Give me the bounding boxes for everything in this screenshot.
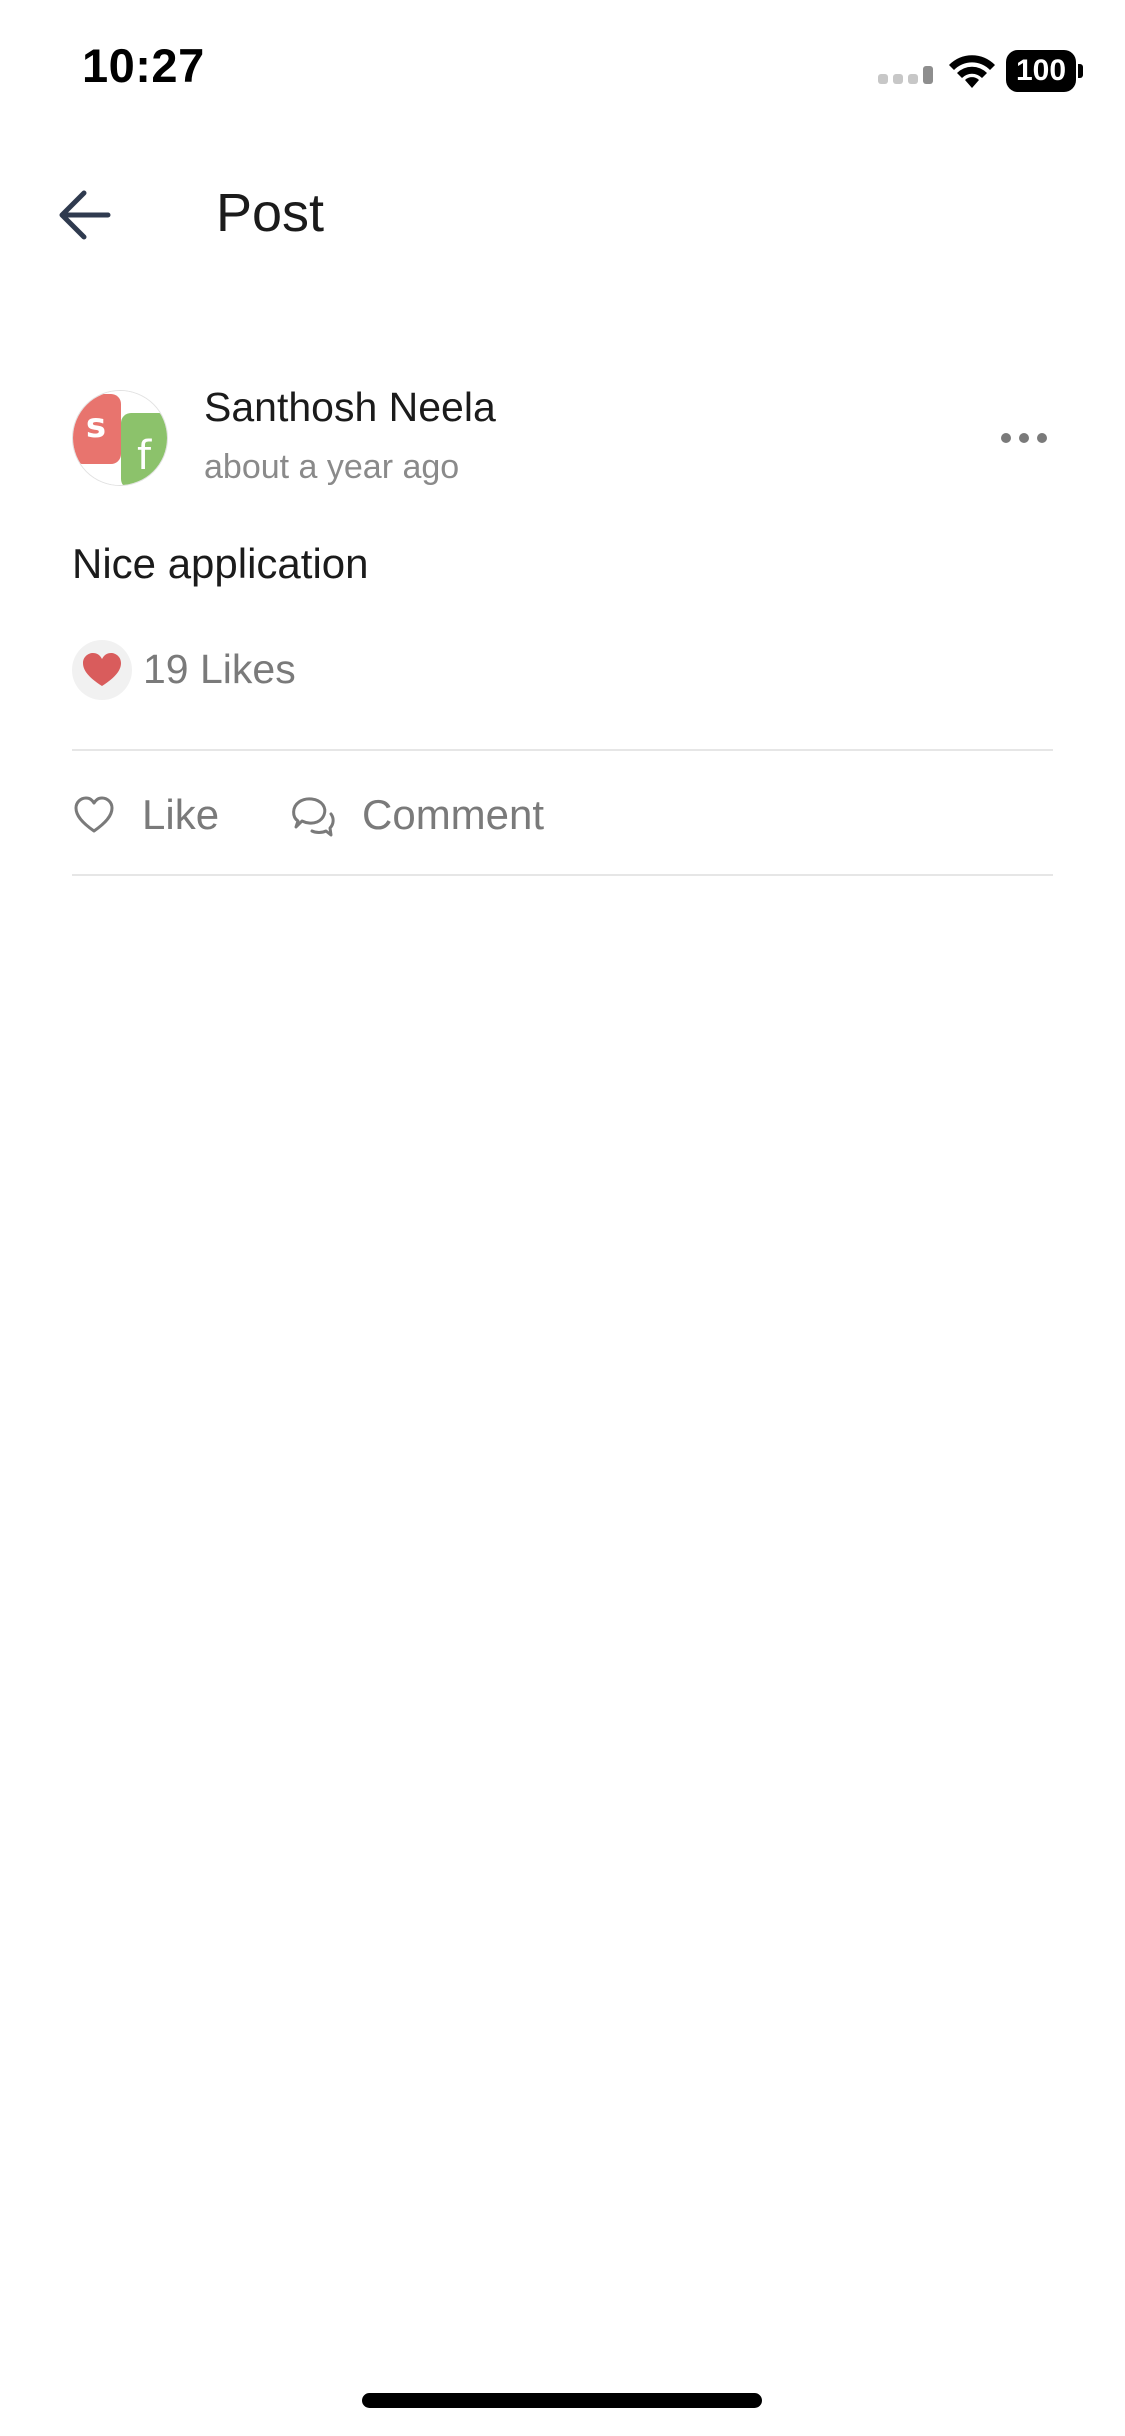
comment-label: Comment — [362, 791, 545, 838]
battery-tip — [1078, 64, 1083, 78]
likes-badge[interactable] — [72, 640, 132, 700]
battery-level: 100 — [1006, 50, 1076, 92]
status-bar: 10:27 100 — [0, 0, 1125, 140]
app-logo-icon: s f — [73, 391, 167, 485]
post-body-text: Nice application — [72, 540, 369, 587]
like-button[interactable]: Like — [72, 780, 219, 850]
author-name[interactable]: Santhosh Neela — [204, 384, 496, 431]
post-timestamp: about a year ago — [204, 448, 460, 486]
heart-filled-icon — [83, 653, 121, 686]
likes-count[interactable]: 19 Likes — [143, 646, 296, 693]
cellular-signal-icon — [878, 66, 933, 84]
more-horizontal-icon[interactable] — [996, 418, 1052, 458]
svg-text:s: s — [86, 406, 106, 446]
wifi-icon — [949, 55, 995, 88]
like-label: Like — [142, 791, 220, 838]
post-screen: 10:27 100 Post s f Santhosh Neela about … — [0, 0, 1125, 2436]
status-time: 10:27 — [82, 39, 205, 92]
divider — [72, 749, 1053, 751]
home-indicator[interactable] — [362, 2393, 762, 2408]
battery-icon: 100 — [1006, 50, 1084, 92]
comment-bubble-icon — [292, 797, 335, 837]
svg-text:f: f — [137, 433, 152, 479]
comment-button[interactable]: Comment — [288, 780, 544, 850]
arrow-left-icon[interactable] — [48, 180, 128, 250]
page-title: Post — [216, 183, 325, 243]
avatar[interactable]: s f — [72, 390, 168, 486]
heart-outline-icon — [74, 796, 114, 833]
divider — [72, 874, 1053, 876]
